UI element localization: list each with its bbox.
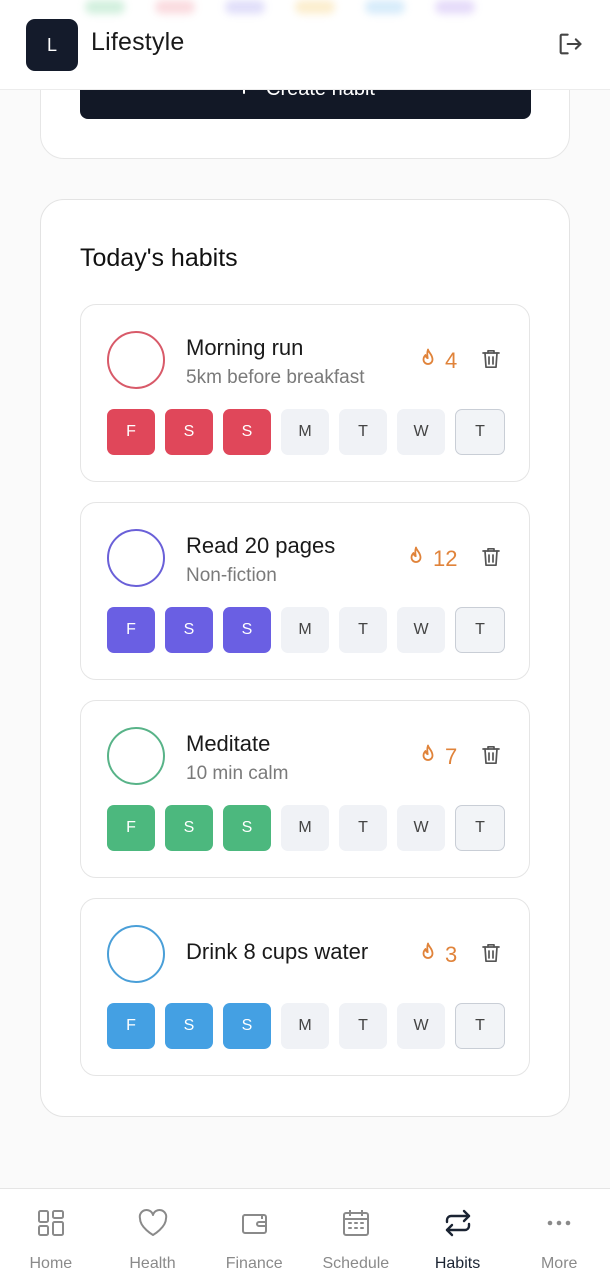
- habit-name: Meditate: [186, 731, 271, 756]
- nav-label: Health: [129, 1255, 176, 1272]
- trash-icon: [481, 942, 501, 969]
- day-toggle[interactable]: M: [281, 409, 329, 455]
- section-title: Today's habits: [80, 244, 238, 272]
- logout-icon: [556, 30, 584, 63]
- day-toggle[interactable]: S: [165, 1003, 213, 1049]
- day-toggle[interactable]: T: [455, 805, 505, 851]
- habit-name: Morning run: [186, 335, 304, 360]
- habit-name: Drink 8 cups water: [186, 939, 369, 964]
- delete-habit-button[interactable]: [479, 547, 503, 571]
- habit-day-row: FSSMTWT: [107, 607, 505, 653]
- day-toggle[interactable]: W: [397, 805, 445, 851]
- app-logo: L: [26, 19, 78, 71]
- day-toggle[interactable]: F: [107, 409, 155, 455]
- habit-description: 10 min calm: [186, 763, 289, 784]
- flame-icon: [419, 744, 437, 770]
- day-toggle[interactable]: T: [339, 1003, 387, 1049]
- habit-streak: 7: [419, 744, 457, 770]
- day-toggle[interactable]: S: [223, 1003, 271, 1049]
- day-toggle[interactable]: T: [455, 409, 505, 455]
- day-toggle[interactable]: F: [107, 607, 155, 653]
- habit-day-row: FSSMTWT: [107, 805, 505, 851]
- day-toggle[interactable]: S: [165, 607, 213, 653]
- trash-icon: [481, 546, 501, 573]
- day-toggle[interactable]: W: [397, 1003, 445, 1049]
- habit-name: Read 20 pages: [186, 533, 336, 558]
- day-toggle[interactable]: W: [397, 607, 445, 653]
- nav-habits[interactable]: Habits: [407, 1189, 509, 1286]
- day-toggle[interactable]: F: [107, 1003, 155, 1049]
- nav-label: Schedule: [322, 1255, 390, 1272]
- habit-day-row: FSSMTWT: [107, 1003, 505, 1049]
- flame-icon: [419, 942, 437, 968]
- habit-description: Non-fiction: [186, 565, 277, 586]
- nav-more[interactable]: More: [508, 1189, 610, 1286]
- logout-button[interactable]: [553, 29, 587, 63]
- day-toggle[interactable]: M: [281, 607, 329, 653]
- more-icon: [543, 1207, 575, 1239]
- habit-complete-toggle[interactable]: [107, 529, 165, 587]
- habit-card: Morning run 5km before breakfast 4 FSSMT…: [80, 304, 530, 482]
- day-toggle[interactable]: S: [223, 607, 271, 653]
- day-toggle[interactable]: T: [339, 409, 387, 455]
- day-toggle[interactable]: S: [223, 409, 271, 455]
- day-toggle[interactable]: S: [165, 409, 213, 455]
- trash-icon: [481, 348, 501, 375]
- repeat-icon: [442, 1207, 474, 1239]
- flame-icon: [407, 546, 425, 572]
- nav-label: More: [540, 1255, 578, 1272]
- habit-streak: 3: [419, 942, 457, 968]
- heart-icon: [137, 1207, 169, 1239]
- day-toggle[interactable]: W: [397, 409, 445, 455]
- habit-card: Drink 8 cups water 3 FSSMTWT: [80, 898, 530, 1076]
- day-toggle[interactable]: M: [281, 1003, 329, 1049]
- habit-card: Meditate 10 min calm 7 FSSMTWT: [80, 700, 530, 878]
- habit-complete-toggle[interactable]: [107, 925, 165, 983]
- streak-count: 12: [433, 546, 458, 571]
- nav-label: Finance: [225, 1255, 283, 1272]
- habit-streak: 12: [407, 546, 457, 572]
- habit-description: 5km before breakfast: [186, 367, 365, 388]
- nav-finance[interactable]: Finance: [203, 1189, 305, 1286]
- streak-count: 7: [445, 744, 458, 769]
- day-toggle[interactable]: S: [165, 805, 213, 851]
- day-toggle[interactable]: S: [223, 805, 271, 851]
- nav-home[interactable]: Home: [0, 1189, 102, 1286]
- habit-complete-toggle[interactable]: [107, 331, 165, 389]
- day-toggle[interactable]: T: [339, 607, 387, 653]
- flame-icon: [419, 348, 437, 374]
- habit-card: Read 20 pages Non-fiction 12 FSSMTWT: [80, 502, 530, 680]
- grid-icon: [35, 1207, 67, 1239]
- trash-icon: [481, 744, 501, 771]
- nav-label: Home: [29, 1255, 73, 1272]
- delete-habit-button[interactable]: [479, 349, 503, 373]
- streak-count: 3: [445, 942, 458, 967]
- calendar-icon: [340, 1207, 372, 1239]
- day-toggle[interactable]: T: [339, 805, 387, 851]
- delete-habit-button[interactable]: [479, 745, 503, 769]
- habit-streak: 4: [419, 348, 457, 374]
- day-toggle[interactable]: T: [455, 607, 505, 653]
- nav-label: Habits: [434, 1255, 481, 1272]
- habit-day-row: FSSMTWT: [107, 409, 505, 455]
- habit-complete-toggle[interactable]: [107, 727, 165, 785]
- bottom-nav: Home Health Finance Schedule Habits More: [0, 1188, 610, 1286]
- day-toggle[interactable]: M: [281, 805, 329, 851]
- delete-habit-button[interactable]: [479, 943, 503, 967]
- day-toggle[interactable]: F: [107, 805, 155, 851]
- app-title: Lifestyle: [91, 28, 185, 56]
- nav-health[interactable]: Health: [102, 1189, 204, 1286]
- nav-schedule[interactable]: Schedule: [305, 1189, 407, 1286]
- wallet-icon: [238, 1207, 270, 1239]
- streak-count: 4: [445, 348, 458, 373]
- day-toggle[interactable]: T: [455, 1003, 505, 1049]
- app-header: L Lifestyle: [0, 0, 610, 90]
